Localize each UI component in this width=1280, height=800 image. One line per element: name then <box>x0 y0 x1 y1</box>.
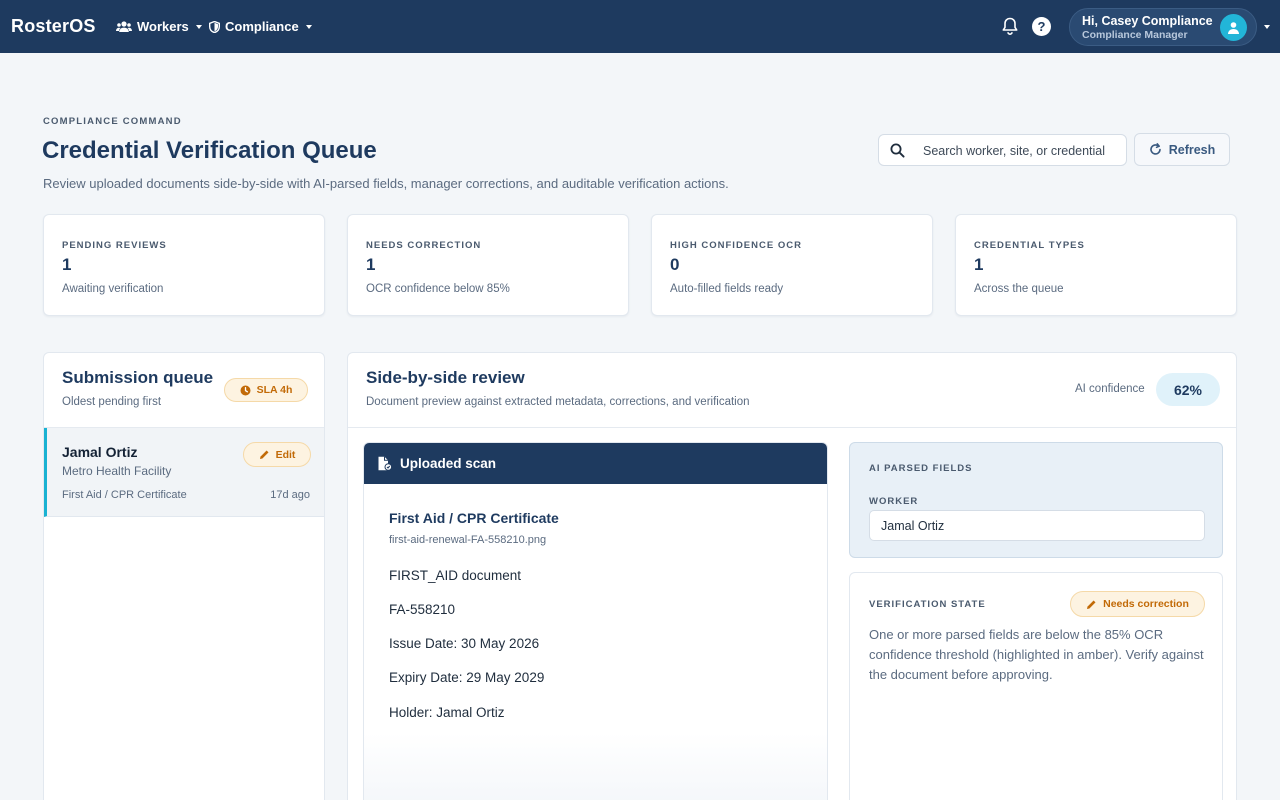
review-title: Side-by-side review <box>366 368 525 387</box>
submission-age: 17d ago <box>270 489 310 501</box>
stat-card-pending: PENDING REVIEWS 1 Awaiting verification <box>43 214 325 316</box>
worker-site: Metro Health Facility <box>62 464 172 478</box>
nav-workers[interactable]: Workers <box>116 19 202 34</box>
stat-card-high-confidence: HIGH CONFIDENCE OCR 0 Auto-filled fields… <box>651 214 933 316</box>
stat-value: 1 <box>974 255 984 274</box>
ai-confidence-label: AI confidence <box>1075 383 1145 395</box>
chevron-down-icon[interactable] <box>1264 25 1270 29</box>
status-badge-label: Needs correction <box>1103 598 1189 610</box>
ai-confidence-badge: 62% <box>1156 373 1220 406</box>
stat-note: Awaiting verification <box>62 283 164 295</box>
scan-fade <box>364 733 827 800</box>
sla-badge: SLA 4h <box>224 378 308 402</box>
verification-state-card: VERIFICATION STATE Needs correction One … <box>849 572 1223 800</box>
divider <box>348 427 1236 428</box>
refresh-label: Refresh <box>1168 142 1216 157</box>
scan-header: Uploaded scan <box>364 443 827 484</box>
stat-label: NEEDS CORRECTION <box>366 240 482 251</box>
user-menu[interactable]: Hi, Casey Compliance Compliance Manager <box>1069 8 1257 46</box>
page-title: Credential Verification Queue <box>42 137 377 164</box>
pencil-icon <box>1087 600 1096 609</box>
document-icon <box>378 456 392 471</box>
parsed-fields-label: AI PARSED FIELDS <box>869 463 973 474</box>
users-icon <box>116 20 132 32</box>
bell-icon[interactable] <box>1001 17 1019 41</box>
sla-label: SLA 4h <box>256 384 293 396</box>
review-subtitle: Document preview against extracted metad… <box>366 396 750 408</box>
worker-field[interactable] <box>869 510 1205 541</box>
clock-icon <box>240 385 251 395</box>
help-icon[interactable]: ? <box>1032 17 1051 36</box>
search-box[interactable] <box>878 134 1127 166</box>
verification-message: One or more parsed fields are below the … <box>869 627 1204 682</box>
stat-label: HIGH CONFIDENCE OCR <box>670 240 802 251</box>
worker-name: Jamal Ortiz <box>62 444 138 460</box>
nav-compliance-label: Compliance <box>225 19 299 34</box>
brand-logo[interactable]: RosterOS <box>11 16 96 37</box>
stat-card-needs-correction: NEEDS CORRECTION 1 OCR confidence below … <box>347 214 629 316</box>
stat-note: OCR confidence below 85% <box>366 283 510 295</box>
worker-field-label: WORKER <box>869 496 919 507</box>
document-line: Holder: Jamal Ortiz <box>389 705 505 720</box>
document-title: First Aid / CPR Certificate <box>389 510 559 526</box>
side-by-side-review-panel: Side-by-side review Document preview aga… <box>347 352 1237 800</box>
document-line: FA-558210 <box>389 602 456 617</box>
page-eyebrow: COMPLIANCE COMMAND <box>43 116 182 127</box>
top-navbar: RosterOS Workers Compliance ? Hi, Casey … <box>0 0 1280 53</box>
edit-label: Edit <box>275 448 296 461</box>
chevron-down-icon <box>305 24 312 29</box>
user-role: Compliance Manager <box>1082 29 1188 41</box>
avatar <box>1220 14 1247 41</box>
nav-workers-label: Workers <box>137 19 189 34</box>
scan-header-label: Uploaded scan <box>400 456 497 471</box>
stat-value: 1 <box>62 255 72 274</box>
search-input[interactable] <box>923 142 1119 160</box>
queue-title: Submission queue <box>62 368 214 387</box>
document-filename: first-aid-renewal-FA-558210.png <box>389 534 547 546</box>
credential-type: First Aid / CPR Certificate <box>62 489 187 501</box>
document-line: FIRST_AID document <box>389 568 522 583</box>
pencil-icon <box>259 450 269 459</box>
nav-compliance[interactable]: Compliance <box>209 19 312 34</box>
refresh-button[interactable]: Refresh <box>1134 133 1230 166</box>
stat-value: 1 <box>366 255 376 274</box>
uploaded-scan-card: Uploaded scan First Aid / CPR Certificat… <box>363 442 828 800</box>
queue-list-item[interactable]: Jamal Ortiz Metro Health Facility First … <box>44 428 324 517</box>
document-line: Issue Date: 30 May 2026 <box>389 636 540 651</box>
stat-value: 0 <box>670 255 680 274</box>
verification-state-label: VERIFICATION STATE <box>869 599 986 610</box>
refresh-icon <box>1149 143 1161 155</box>
status-badge: Needs correction <box>1070 591 1205 617</box>
stat-label: PENDING REVIEWS <box>62 240 167 251</box>
chevron-down-icon <box>195 24 202 29</box>
stat-note: Across the queue <box>974 283 1064 295</box>
search-icon <box>890 143 905 158</box>
stat-card-credential-types: CREDENTIAL TYPES 1 Across the queue <box>955 214 1237 316</box>
page-subtitle: Review uploaded documents side-by-side w… <box>43 176 729 191</box>
stat-note: Auto-filled fields ready <box>670 283 784 295</box>
document-line: Expiry Date: 29 May 2029 <box>389 670 545 685</box>
ai-parsed-fields-card: AI PARSED FIELDS WORKER <box>849 442 1223 558</box>
submission-queue-panel: Submission queue Oldest pending first SL… <box>43 352 325 800</box>
user-icon <box>1228 22 1239 34</box>
user-greeting: Hi, Casey Compliance <box>1082 14 1213 28</box>
shield-icon <box>209 20 220 33</box>
edit-button[interactable]: Edit <box>243 442 311 467</box>
stat-label: CREDENTIAL TYPES <box>974 240 1085 251</box>
queue-subtitle: Oldest pending first <box>62 396 162 408</box>
